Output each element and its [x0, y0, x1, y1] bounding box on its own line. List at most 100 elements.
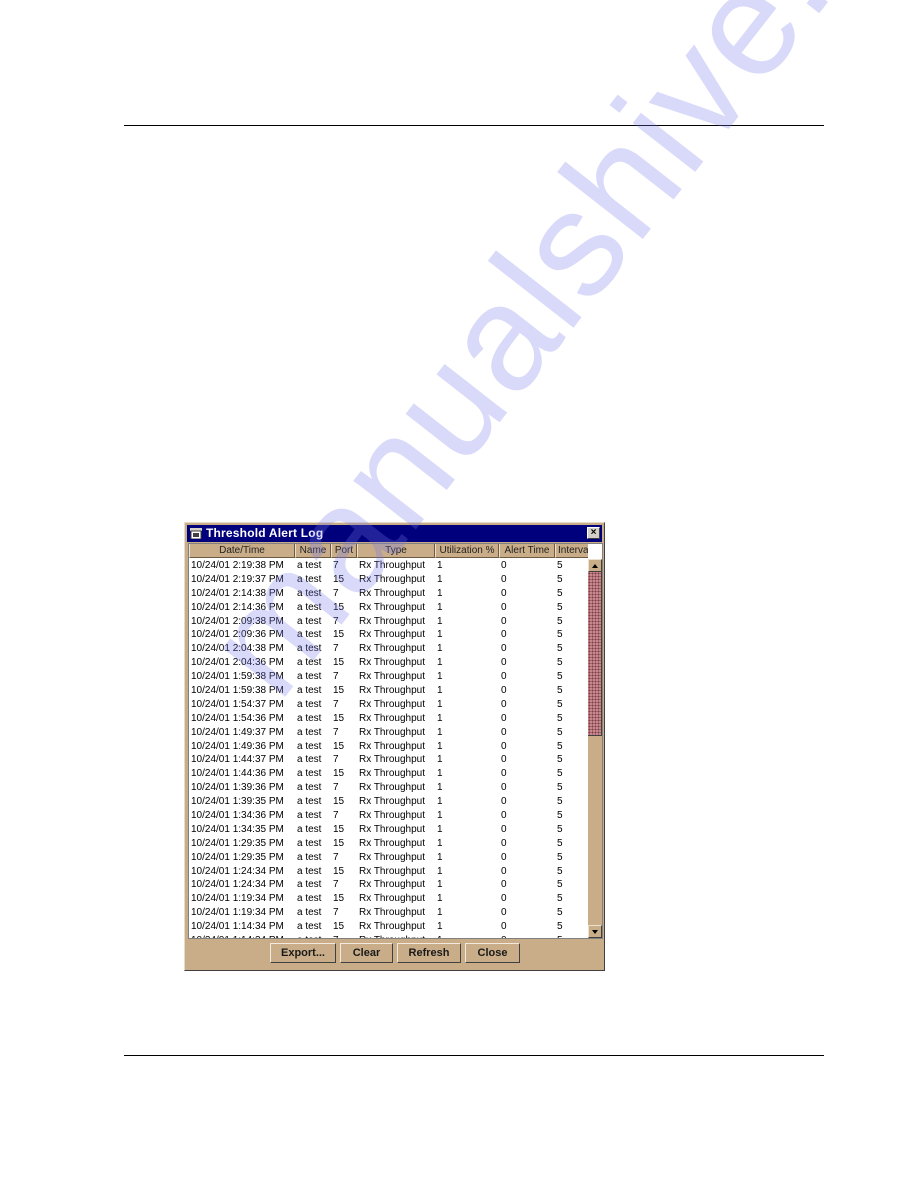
cell-port: 15 — [333, 685, 345, 697]
table-row[interactable]: 10/24/01 1:19:34 PM a test 15 Rx Throughput… — [189, 892, 589, 906]
cell-interval: 5 — [557, 671, 563, 683]
vertical-scrollbar[interactable] — [588, 559, 602, 938]
close-button[interactable]: Close — [465, 943, 520, 963]
cell-interval: 5 — [557, 615, 563, 627]
cell-alert-time: 0 — [501, 629, 507, 641]
cell-alert-time: 0 — [501, 782, 507, 794]
table-row[interactable]: 10/24/01 2:04:38 PM a test 7 Rx Throughput 1… — [189, 642, 589, 656]
cell-port: 7 — [333, 810, 339, 822]
table-row[interactable]: 10/24/01 1:29:35 PM a test 15 Rx Throughput… — [189, 837, 589, 851]
table-row[interactable]: 10/24/01 2:04:36 PM a test 15 Rx Throughput… — [189, 656, 589, 670]
cell-interval: 5 — [557, 837, 563, 849]
cell-date-time: 10/24/01 2:04:38 PM — [191, 643, 284, 655]
cell-date-time: 10/24/01 1:14:34 PM — [189, 934, 295, 938]
table-row[interactable]: 10/24/01 2:14:38 PM a test 7 Rx Throughput 1… — [189, 587, 589, 601]
table-row[interactable]: 10/24/01 1:44:37 PM a test 7 Rx Throughput 1… — [189, 753, 589, 767]
cell-name: a test — [297, 782, 322, 794]
clear-button[interactable]: Clear — [340, 943, 393, 963]
cell-type: Rx Throughput — [359, 726, 425, 738]
table-row[interactable]: 10/24/01 2:19:38 PM a test 7 Rx Throughput 1… — [189, 559, 589, 573]
table-row[interactable]: 10/24/01 1:54:36 PM a test 15 Rx Throughput… — [189, 712, 589, 726]
cell-alert-time: 0 — [501, 685, 507, 697]
table-row[interactable]: 10/24/01 1:24:34 PM a test 7 Rx Throughput 1… — [189, 878, 589, 892]
cell-type: Rx Throughput — [359, 740, 425, 752]
cell-alert-time: 0 — [501, 865, 507, 877]
cell-interval: 5 — [557, 865, 563, 877]
table-header: Date/Time Name Port Type Utilization % A… — [189, 544, 589, 558]
column-header-utilization[interactable]: Utilization % — [435, 544, 499, 558]
table-row[interactable]: 10/24/01 1:49:36 PM a test 15 Rx Throughput… — [189, 740, 589, 754]
table-row[interactable]: 10/24/01 1:19:34 PM a test 7 Rx Throughput 1… — [189, 906, 589, 920]
cell-alert-time: 0 — [501, 615, 507, 627]
cell-name: a test — [297, 768, 322, 780]
column-header-interval[interactable]: Interva — [555, 544, 589, 558]
cell-type: Rx Throughput — [359, 796, 425, 808]
table-row[interactable]: 10/24/01 1:14:34 PM a test 15 Rx Throughput… — [189, 920, 589, 934]
cell-date-time: 10/24/01 1:59:38 PM — [191, 685, 284, 697]
table-row[interactable]: 10/24/01 2:19:37 PM a test 15 Rx Throughput… — [189, 573, 589, 587]
cell-interval: 5 — [557, 921, 563, 933]
cell-port: 7 — [333, 754, 339, 766]
cell-date-time: 10/24/01 1:24:34 PM — [191, 865, 284, 877]
close-icon[interactable]: × — [587, 527, 600, 539]
column-header-type[interactable]: Type — [357, 544, 435, 558]
cell-date-time: 10/24/01 1:19:34 PM — [191, 907, 284, 919]
cell-utilization: 1 — [437, 671, 443, 683]
scroll-down-button[interactable] — [588, 925, 602, 938]
cell-name: a test — [297, 865, 322, 877]
cell-port: 7 — [333, 643, 339, 655]
cell-date-time: 10/24/01 1:34:35 PM — [191, 823, 284, 835]
cell-port: 15 — [333, 657, 345, 669]
table-row[interactable]: 10/24/01 1:39:36 PM a test 7 Rx Throughput 1… — [189, 781, 589, 795]
cell-alert-time: 0 — [501, 768, 507, 780]
cell-name: a test — [297, 601, 322, 613]
table-row[interactable]: 10/24/01 1:59:38 PM a test 15 Rx Throughput… — [189, 684, 589, 698]
cell-alert-time: 0 — [501, 712, 507, 724]
cell-date-time: 10/24/01 2:19:38 PM — [191, 560, 284, 571]
cell-utilization: 1 — [437, 796, 443, 808]
cell-interval: 5 — [557, 879, 563, 891]
table-row[interactable]: 10/24/01 1:34:36 PM a test 7 Rx Throughput 1… — [189, 809, 589, 823]
cell-interval: 5 — [557, 587, 563, 599]
table-row[interactable]: 10/24/01 1:29:35 PM a test 7 Rx Throughput 1… — [189, 851, 589, 865]
table-row[interactable]: 10/24/01 1:34:35 PM a test 15 Rx Throughput… — [189, 823, 589, 837]
cell-port: 15 — [333, 893, 345, 905]
refresh-button[interactable]: Refresh — [397, 943, 461, 963]
cell-name: a test — [297, 810, 322, 822]
cell-alert-time: 0 — [501, 587, 507, 599]
table-row[interactable]: 10/24/01 1:14:34 PMa test7Rx Throughput1… — [189, 934, 589, 938]
table-row[interactable]: 10/24/01 2:09:38 PM a test 7 Rx Throughput 1… — [189, 615, 589, 629]
table-row[interactable]: 10/24/01 2:14:36 PM a test 15 Rx Throughput… — [189, 601, 589, 615]
cell-type: Rx Throughput — [359, 671, 425, 683]
dialog-titlebar[interactable]: Threshold Alert Log × — [187, 525, 602, 542]
cell-type: Rx Throughput — [359, 601, 425, 613]
cell-interval: 5 — [557, 573, 563, 585]
table-row[interactable]: 10/24/01 1:54:37 PM a test 7 Rx Throughput 1… — [189, 698, 589, 712]
cell-interval: 5 — [557, 851, 563, 863]
cell-utilization: 1 — [437, 573, 443, 585]
cell-port: 15 — [333, 629, 345, 641]
cell-date-time: 10/24/01 1:29:35 PM — [191, 851, 284, 863]
column-header-date-time[interactable]: Date/Time — [189, 544, 295, 558]
table-row[interactable]: 10/24/01 2:09:36 PM a test 15 Rx Throughput… — [189, 628, 589, 642]
cell-port: 7 — [333, 879, 339, 891]
cell-port: 7 — [333, 587, 339, 599]
cell-interval: 5 — [557, 754, 563, 766]
table-row[interactable]: 10/24/01 1:39:35 PM a test 15 Rx Throughput… — [189, 795, 589, 809]
column-header-name[interactable]: Name — [295, 544, 331, 558]
cell-utilization: 1 — [437, 587, 443, 599]
column-header-port[interactable]: Port — [331, 544, 357, 558]
cell-type: Rx Throughput — [359, 810, 425, 822]
column-header-alert-time[interactable]: Alert Time — [499, 544, 555, 558]
cell-alert-time: 0 — [501, 921, 507, 933]
scrollbar-thumb[interactable] — [588, 572, 602, 736]
export-button[interactable]: Export... — [270, 943, 336, 963]
scroll-up-button[interactable] — [588, 559, 602, 572]
table-row[interactable]: 10/24/01 1:24:34 PM a test 15 Rx Throughput… — [189, 865, 589, 879]
threshold-alert-log-dialog: Threshold Alert Log × Date/Time Name Por… — [184, 522, 605, 971]
cell-utilization: 1 — [437, 643, 443, 655]
table-row[interactable]: 10/24/01 1:49:37 PM a test 7 Rx Throughput 1… — [189, 726, 589, 740]
table-row[interactable]: 10/24/01 1:59:38 PM a test 7 Rx Throughput 1… — [189, 670, 589, 684]
cell-name: a test — [297, 726, 322, 738]
table-row[interactable]: 10/24/01 1:44:36 PM a test 15 Rx Throughput… — [189, 767, 589, 781]
